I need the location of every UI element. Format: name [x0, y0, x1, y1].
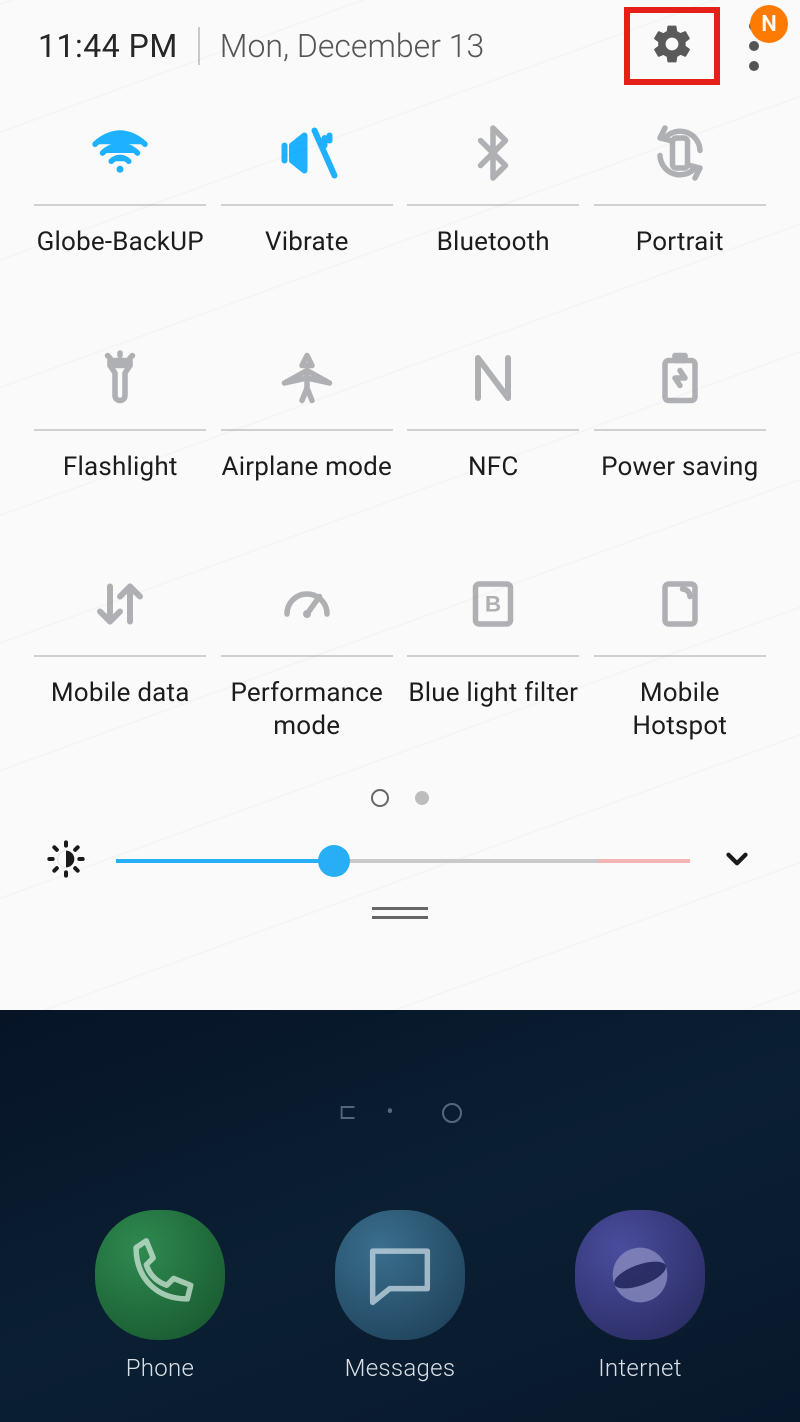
data-arrows-icon [34, 553, 206, 655]
quick-settings-panel: 11:44 PM Mon, December 13 N [0, 0, 800, 1010]
clock-date: Mon, December 13 [220, 27, 484, 65]
tile-label: NFC [468, 451, 518, 484]
tile-nfc[interactable]: NFC [405, 327, 582, 484]
app-messages[interactable]: Messages [335, 1210, 465, 1382]
tile-label: Mobile data [51, 677, 190, 710]
header-divider [198, 27, 200, 65]
app-label: Messages [345, 1354, 456, 1382]
airplane-icon [221, 327, 393, 429]
brightness-slider[interactable] [116, 845, 690, 877]
tile-label: Airplane mode [222, 451, 392, 484]
blue-light-icon: B [407, 553, 579, 655]
nfc-icon [407, 327, 579, 429]
quick-tiles-grid: Globe-BackUP Vibrate Bluetooth [0, 92, 800, 743]
rotate-icon [594, 102, 766, 204]
tile-sound[interactable]: Vibrate [219, 102, 396, 259]
vibrate-icon [221, 102, 393, 204]
page-dot [415, 791, 429, 805]
tile-performance[interactable]: Performance mode [219, 553, 396, 744]
panel-header: 11:44 PM Mon, December 13 N [0, 0, 800, 92]
home-page-dot [442, 1103, 462, 1123]
page-indicator[interactable] [0, 789, 800, 807]
app-phone[interactable]: Phone [95, 1210, 225, 1382]
home-page-indicator[interactable]: ⊏ • [0, 1010, 800, 1125]
flashlight-icon [34, 327, 206, 429]
dock: Phone Messages Internet [0, 1210, 800, 1382]
clock-time: 11:44 PM [38, 27, 178, 65]
tile-label: Power saving [601, 451, 758, 484]
tile-flashlight[interactable]: Flashlight [32, 327, 209, 484]
internet-icon [575, 1210, 705, 1340]
tile-bluetooth[interactable]: Bluetooth [405, 102, 582, 259]
tile-label: Vibrate [265, 226, 349, 259]
tile-label: Performance mode [219, 677, 396, 744]
gear-icon [650, 22, 694, 70]
tile-label: Flashlight [63, 451, 178, 484]
gauge-icon [221, 553, 393, 655]
settings-button[interactable] [624, 7, 720, 85]
page-dot-current [371, 789, 389, 807]
overflow-button[interactable]: N [738, 19, 770, 73]
battery-recycle-icon [594, 327, 766, 429]
tile-label: Bluetooth [437, 226, 550, 259]
svg-text:B: B [485, 591, 501, 616]
bluetooth-icon [407, 102, 579, 204]
brightness-icon [46, 839, 86, 883]
home-screen: ⊏ • Phone Messages Inte [0, 1010, 800, 1422]
hotspot-icon [594, 553, 766, 655]
tile-label: Mobile Hotspot [592, 677, 769, 744]
tile-hotspot[interactable]: Mobile Hotspot [592, 553, 769, 744]
home-indicator-glyph: ⊏ • [338, 1100, 405, 1125]
brightness-row [0, 839, 800, 883]
tile-label: Globe-BackUP [37, 226, 204, 259]
app-label: Internet [598, 1354, 682, 1382]
notification-badge: N [750, 5, 788, 43]
messages-icon [335, 1210, 465, 1340]
tile-label: Portrait [636, 226, 724, 259]
wifi-icon [34, 102, 206, 204]
tile-rotation[interactable]: Portrait [592, 102, 769, 259]
panel-drag-handle[interactable] [372, 907, 428, 919]
app-label: Phone [126, 1354, 195, 1382]
phone-icon [95, 1210, 225, 1340]
tile-wifi[interactable]: Globe-BackUP [32, 102, 209, 259]
tile-blue-light[interactable]: B Blue light filter [405, 553, 582, 744]
expand-brightness-button[interactable] [720, 842, 754, 880]
tile-power-saving[interactable]: Power saving [592, 327, 769, 484]
tile-label: Blue light filter [408, 677, 578, 710]
tile-airplane[interactable]: Airplane mode [219, 327, 396, 484]
tile-mobile-data[interactable]: Mobile data [32, 553, 209, 744]
app-internet[interactable]: Internet [575, 1210, 705, 1382]
